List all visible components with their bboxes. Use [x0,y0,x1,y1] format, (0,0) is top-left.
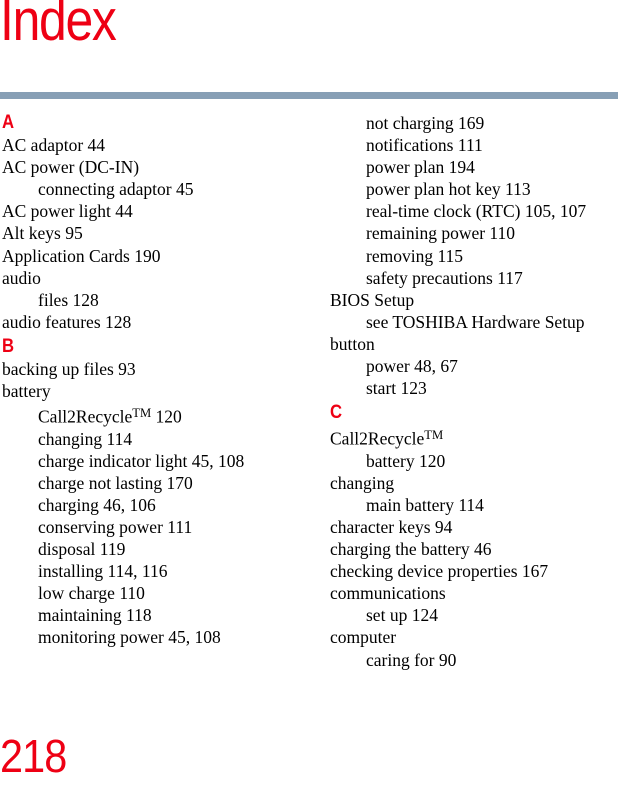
index-entry: charging the battery 46 [330,539,492,560]
index-entry: audio features 128 [2,311,132,332]
index-subentry: removing 115 [366,245,464,266]
index-entry: changing [330,472,395,493]
index-entry: Application Cards 190 [2,245,161,266]
index-column-right: not charging 169 notifications 111 power p… [330,112,638,671]
index-subentry: charging 46, 106 [38,494,156,515]
index-entry: AC power light 44 [2,201,133,222]
index-subentry: changing 114 [38,428,133,449]
title-divider-rule [0,92,618,99]
index-subentry: power 48, 67 [366,356,458,377]
index-subentry: monitoring power 45, 108 [38,627,221,648]
page-title: Index [0,0,117,53]
index-entry: Call2RecycleTM [330,428,444,449]
index-entry: AC adaptor 44 [2,135,106,156]
index-entry: button [330,333,375,354]
trademark-icon: TM [424,428,444,443]
index-subentry: charge indicator light 45, 108 [38,450,245,471]
index-entry: checking device properties 167 [330,561,549,582]
index-subentry: main battery 114 [366,494,484,515]
index-subentry: safety precautions 117 [366,267,523,288]
index-subentry: conserving power 111 [38,516,193,537]
index-subentry: charge not lasting 170 [38,472,193,493]
index-entry: backing up files 93 [2,359,136,380]
index-subentry: power plan 194 [366,157,475,178]
index-subentry: caring for 90 [366,649,457,670]
index-subentry: start 123 [366,378,427,399]
index-entry: character keys 94 [330,516,453,537]
page-number-folio: 218 [0,730,67,782]
index-subentry: set up 124 [366,605,438,626]
index-subentry: not charging 169 [366,113,485,133]
index-section-letter: A [2,112,15,133]
index-subentry: see TOSHIBA Hardware Setup [366,311,585,332]
index-subentry: connecting adaptor 45 [38,179,194,200]
index-subentry: real-time clock (RTC) 105, 107 [366,201,587,222]
index-columns: A AC adaptor 44 AC power (DC-IN) connecting… [0,112,638,712]
index-subentry: maintaining 118 [38,605,152,626]
index-page: Index A AC adaptor 44 AC power (DC-IN) conn… [0,0,638,787]
index-subentry: disposal 119 [38,539,126,560]
index-entry: communications [330,583,446,604]
index-subentry: remaining power 110 [366,223,516,244]
index-entry: BIOS Setup [330,289,415,310]
index-entry: battery [2,381,51,402]
index-subentry: power plan hot key 113 [366,179,531,200]
trademark-icon: TM [132,406,152,421]
index-section-letter: C [330,402,343,424]
index-entry: Alt keys 95 [2,223,83,244]
index-column-left: A AC adaptor 44 AC power (DC-IN) connecting… [2,112,312,649]
index-subentry: low charge 110 [38,583,145,604]
index-subentry: battery 120 [366,450,446,471]
index-subentry: installing 114, 116 [38,561,168,582]
index-entry: audio [2,267,41,288]
index-entry: computer [330,627,397,648]
index-subentry: files 128 [38,289,99,310]
index-subentry: Call2RecycleTM 120 [38,406,182,427]
index-entry: AC power (DC-IN) [2,157,140,178]
index-section-letter: B [2,335,15,357]
index-subentry: notifications 111 [366,135,483,156]
